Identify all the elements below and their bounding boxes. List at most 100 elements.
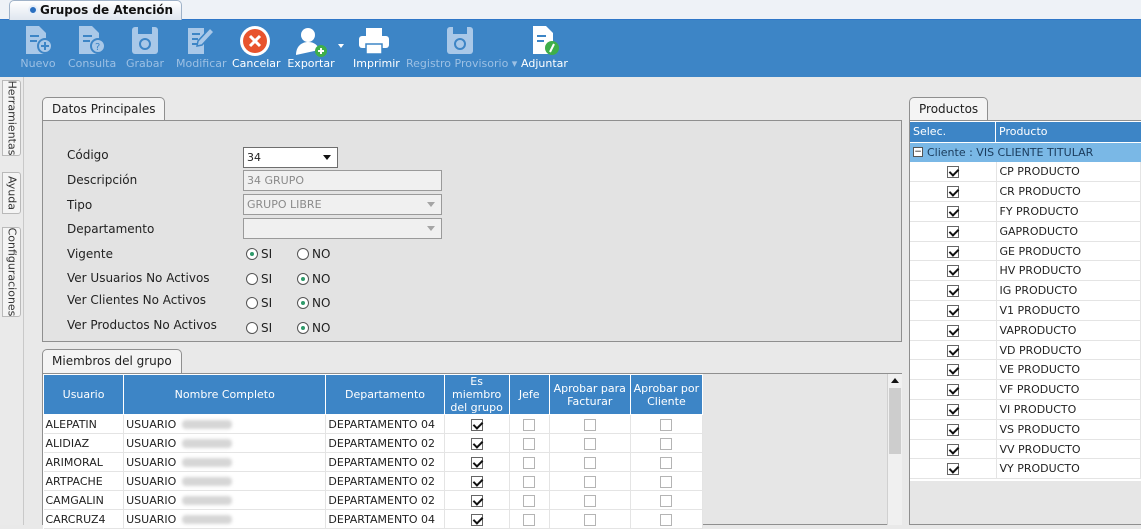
aprobar-cliente-checkbox[interactable]	[660, 437, 673, 450]
table-row[interactable]: ALEPATIN USUARIO DEPARTAMENTO 04	[43, 414, 704, 434]
jefe-checkbox[interactable]	[523, 475, 536, 488]
producto-checkbox[interactable]	[946, 166, 959, 179]
side-tab-configuraciones[interactable]: Configuraciones	[2, 227, 21, 317]
scrollbar-thumb[interactable]	[889, 388, 901, 454]
producto-checkbox[interactable]	[946, 324, 959, 337]
vigente-no-radio[interactable]: NO	[297, 247, 330, 261]
ver-productos-si-radio[interactable]: SI	[246, 321, 272, 335]
jefe-checkbox[interactable]	[523, 437, 536, 450]
adjuntar-button[interactable]: Adjuntar	[521, 24, 568, 74]
producto-checkbox[interactable]	[946, 225, 959, 238]
producto-checkbox[interactable]	[946, 205, 959, 218]
producto-checkbox[interactable]	[946, 245, 959, 258]
aprobar-facturar-checkbox[interactable]	[583, 456, 596, 469]
registro-provisorio-button[interactable]: Registro Provisorio ▾	[406, 24, 517, 74]
column-header-producto[interactable]: Producto	[996, 122, 1141, 142]
imprimir-button[interactable]: Imprimir	[353, 24, 400, 74]
side-tab-herramientas[interactable]: Herramientas	[2, 80, 21, 156]
exportar-dropdown-arrow-icon[interactable]	[338, 44, 344, 48]
producto-checkbox[interactable]	[946, 186, 959, 199]
vigente-si-radio[interactable]: SI	[246, 247, 272, 261]
es-miembro-checkbox[interactable]	[470, 456, 483, 469]
table-row[interactable]: CAMGALIN USUARIO DEPARTAMENTO 02	[43, 490, 704, 510]
column-header-nombre-completo[interactable]: Nombre Completo	[123, 374, 327, 415]
producto-checkbox[interactable]	[946, 344, 959, 357]
producto-row[interactable]: VY PRODUCTO	[910, 458, 1141, 480]
modificar-button[interactable]: Modificar	[176, 24, 227, 74]
producto-row[interactable]: VE PRODUCTO	[910, 359, 1141, 381]
producto-row[interactable]: VI PRODUCTO	[910, 399, 1141, 420]
ver-usuarios-si-radio[interactable]: SI	[246, 272, 272, 286]
grabar-button[interactable]: Grabar	[126, 24, 164, 74]
column-header-aprobar-cliente[interactable]: Aprobar por Cliente	[629, 374, 704, 415]
producto-row[interactable]: VF PRODUCTO	[910, 379, 1141, 401]
tab-miembros-del-grupo[interactable]: Miembros del grupo	[42, 349, 182, 374]
producto-row[interactable]: VS PRODUCTO	[910, 419, 1141, 440]
tab-productos[interactable]: Productos	[909, 97, 989, 121]
producto-checkbox[interactable]	[946, 265, 959, 278]
es-miembro-checkbox[interactable]	[470, 475, 483, 488]
producto-row[interactable]: VD PRODUCTO	[910, 340, 1141, 361]
jefe-checkbox[interactable]	[523, 494, 536, 507]
tab-datos-principales[interactable]: Datos Principales	[42, 97, 166, 121]
es-miembro-checkbox[interactable]	[470, 494, 483, 507]
column-header-jefe[interactable]: Jefe	[508, 374, 550, 415]
es-miembro-checkbox[interactable]	[470, 418, 483, 431]
producto-row[interactable]: GAPRODUCTO	[910, 221, 1141, 242]
group-row-cliente[interactable]: − Cliente : VIS CLIENTE TITULAR	[910, 143, 1141, 162]
tab-grupos-de-atencion[interactable]: Grupos de Atención	[9, 0, 183, 20]
producto-checkbox[interactable]	[946, 384, 959, 397]
producto-row[interactable]: V1 PRODUCTO	[910, 300, 1141, 321]
producto-checkbox[interactable]	[946, 364, 959, 377]
codigo-select[interactable]: 34	[243, 147, 338, 168]
aprobar-facturar-checkbox[interactable]	[583, 418, 596, 431]
producto-row[interactable]: CR PRODUCTO	[910, 181, 1141, 203]
side-tab-ayuda[interactable]: Ayuda	[2, 172, 21, 214]
miembros-scrollbar[interactable]	[887, 374, 902, 525]
aprobar-facturar-checkbox[interactable]	[583, 494, 596, 507]
producto-row[interactable]: HV PRODUCTO	[910, 260, 1141, 282]
column-header-usuario[interactable]: Usuario	[42, 374, 125, 415]
jefe-checkbox[interactable]	[523, 418, 536, 431]
jefe-checkbox[interactable]	[523, 456, 536, 469]
producto-checkbox[interactable]	[946, 423, 959, 436]
consulta-button[interactable]: ? Consulta	[68, 24, 116, 74]
ver-productos-no-radio[interactable]: NO	[297, 321, 330, 335]
jefe-checkbox[interactable]	[523, 513, 536, 526]
aprobar-cliente-checkbox[interactable]	[660, 475, 673, 488]
es-miembro-checkbox[interactable]	[470, 513, 483, 526]
aprobar-facturar-checkbox[interactable]	[583, 475, 596, 488]
ver-clientes-si-radio[interactable]: SI	[246, 296, 272, 310]
ver-usuarios-no-radio[interactable]: NO	[297, 272, 330, 286]
producto-row[interactable]: FY PRODUCTO	[910, 201, 1141, 222]
collapse-icon[interactable]: −	[913, 147, 923, 157]
nuevo-button[interactable]: Nuevo	[19, 24, 57, 74]
producto-checkbox[interactable]	[946, 304, 959, 317]
aprobar-cliente-checkbox[interactable]	[660, 456, 673, 469]
scroll-up-icon[interactable]	[891, 378, 899, 383]
aprobar-facturar-checkbox[interactable]	[583, 437, 596, 450]
column-header-departamento[interactable]: Departamento	[325, 374, 445, 415]
departamento-select[interactable]	[243, 218, 442, 239]
producto-checkbox[interactable]	[946, 403, 959, 416]
table-row[interactable]: CARCRUZ4 USUARIO DEPARTAMENTO 04	[43, 509, 704, 529]
es-miembro-checkbox[interactable]	[470, 437, 483, 450]
descripcion-field[interactable]: 34 GRUPO	[243, 170, 442, 191]
column-header-selec[interactable]: Selec.	[910, 122, 996, 142]
producto-row[interactable]: CP PRODUCTO	[910, 162, 1141, 183]
ver-clientes-no-radio[interactable]: NO	[297, 296, 330, 310]
column-header-aprobar-facturar[interactable]: Aprobar para Facturar	[548, 374, 631, 415]
exportar-button[interactable]: Exportar	[287, 24, 335, 74]
producto-row[interactable]: GE PRODUCTO	[910, 241, 1141, 262]
aprobar-cliente-checkbox[interactable]	[660, 494, 673, 507]
table-row[interactable]: ARTPACHE USUARIO DEPARTAMENTO 02	[43, 471, 704, 491]
producto-checkbox[interactable]	[946, 463, 959, 476]
aprobar-cliente-checkbox[interactable]	[660, 513, 673, 526]
aprobar-cliente-checkbox[interactable]	[660, 418, 673, 431]
producto-row[interactable]: VAPRODUCTO	[910, 320, 1141, 341]
tipo-select[interactable]: GRUPO LIBRE	[243, 194, 442, 215]
producto-row[interactable]: VV PRODUCTO	[910, 439, 1141, 460]
aprobar-facturar-checkbox[interactable]	[583, 513, 596, 526]
table-row[interactable]: ALIDIAZ USUARIO DEPARTAMENTO 02	[43, 433, 704, 453]
producto-row[interactable]: IG PRODUCTO	[910, 280, 1141, 302]
